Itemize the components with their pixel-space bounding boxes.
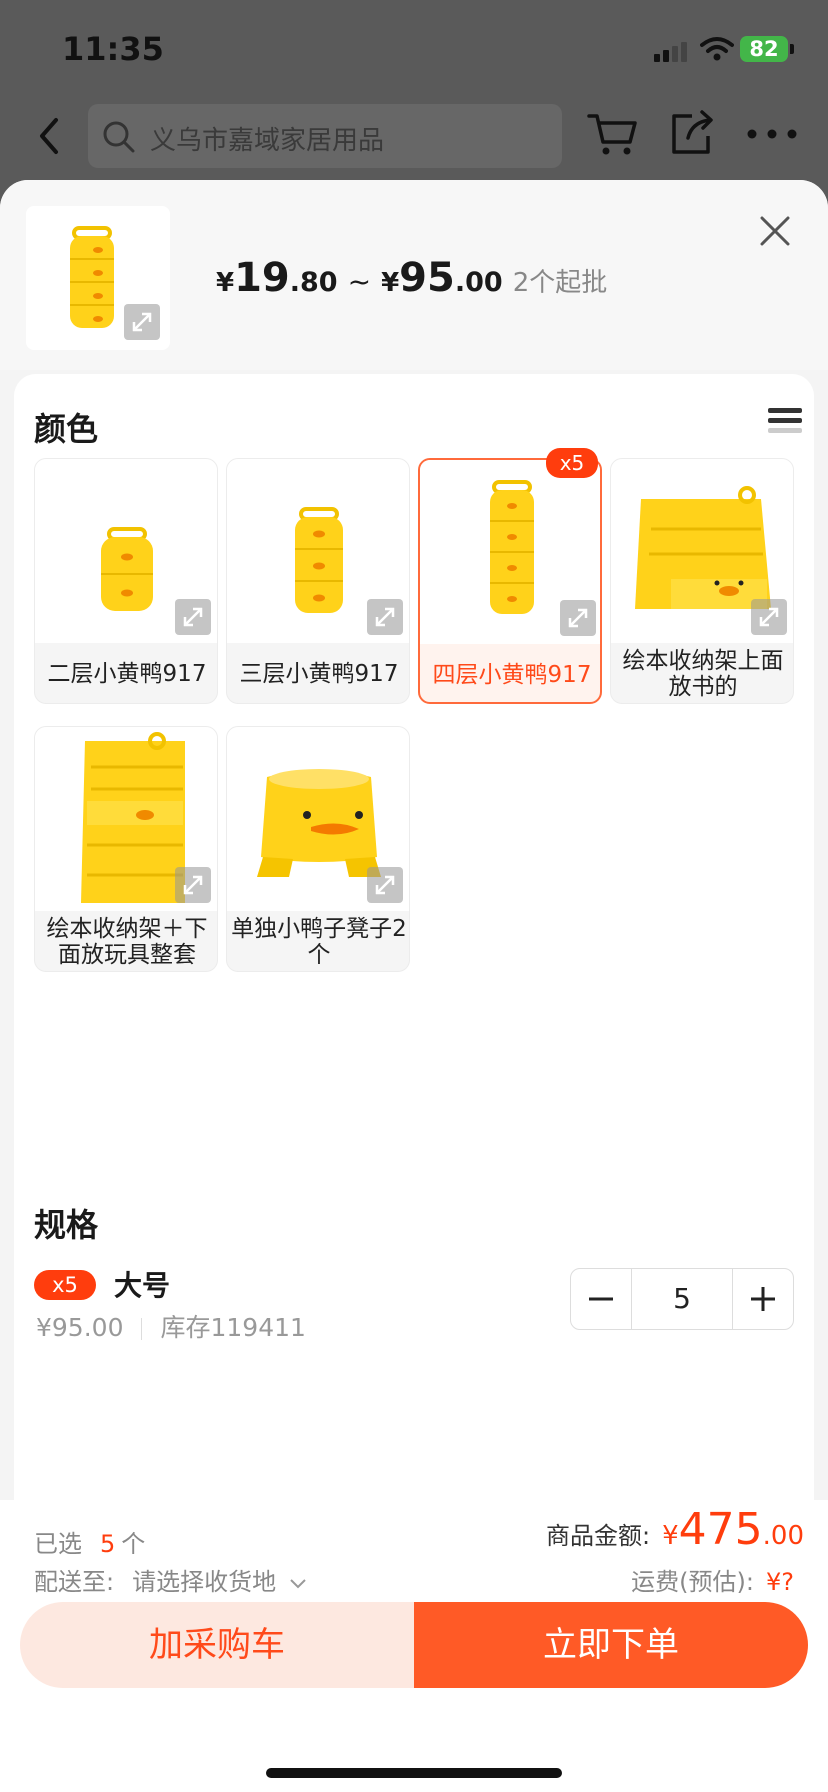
color-option[interactable]: 绘本收纳架＋下面放玩具整套 [34, 726, 218, 972]
expand-icon[interactable] [124, 304, 160, 340]
freight-label: 运费(预估): [631, 1568, 754, 1596]
option-label: 二层小黄鸭917 [47, 661, 207, 687]
sku-selector-sheet: ¥19.80 ~ ¥95.00 2个起批 颜色 二层小黄鸭917 三层小黄鸭91… [0, 180, 828, 1792]
cart-icon[interactable] [586, 110, 640, 158]
expand-icon[interactable] [367, 599, 403, 635]
option-label: 单独小鸭子凳子2个 [231, 916, 407, 968]
price-range: ¥19.80 ~ ¥95.00 2个起批 [216, 255, 607, 301]
total-amount: 商品金额: ¥475.00 [546, 1504, 804, 1555]
amount-decimal: .00 [762, 1521, 804, 1551]
color-option[interactable]: 单独小鸭子凳子2个 [226, 726, 410, 972]
wifi-icon [700, 37, 734, 61]
divider [141, 1318, 143, 1340]
minus-button[interactable] [571, 1269, 631, 1329]
share-icon[interactable] [668, 108, 716, 158]
status-bar: 11:35 82 [0, 0, 828, 100]
price-high-decimal: .00 [454, 267, 503, 298]
spec-stock: 库存119411 [160, 1313, 306, 1342]
min-order-text: 2个起批 [512, 268, 608, 298]
status-time: 11:35 [62, 30, 164, 68]
option-label: 绘本收纳架上面放书的 [622, 648, 784, 700]
list-view-icon[interactable] [768, 408, 802, 442]
selected-unit: 个 [121, 1530, 146, 1558]
order-footer: 已选 5 个 配送至: 请选择收货地 商品金额: ¥475.00 运费(预估): ¥? 加… [0, 1500, 828, 1792]
expand-icon[interactable] [751, 599, 787, 635]
plus-button[interactable] [733, 1269, 793, 1329]
spec-price: ¥95.00 [36, 1313, 124, 1342]
more-icon[interactable] [746, 128, 798, 140]
close-icon[interactable] [758, 214, 792, 248]
selected-prefix: 已选 [34, 1530, 82, 1558]
option-label: 三层小黄鸭917 [239, 661, 399, 687]
price-high-currency: ¥ [381, 268, 400, 298]
battery-indicator: 82 [740, 36, 794, 62]
cellular-signal-icon [654, 40, 688, 62]
buy-now-button[interactable]: 立即下单 [414, 1602, 808, 1688]
amount-integer: 475 [678, 1504, 763, 1555]
quantity-value[interactable]: 5 [631, 1269, 733, 1329]
ship-label: 配送至: [34, 1568, 115, 1596]
search-placeholder: 义乌市嘉域家居用品 [150, 126, 385, 156]
minus-icon [589, 1297, 613, 1301]
option-label: 绘本收纳架＋下面放玩具整套 [46, 916, 208, 968]
color-option[interactable]: 绘本收纳架上面放书的 [610, 458, 794, 704]
expand-icon[interactable] [367, 867, 403, 903]
spec-section-title: 规格 [34, 1206, 99, 1244]
price-range-separator: ~ [347, 265, 372, 298]
expand-icon[interactable] [560, 600, 596, 636]
back-icon[interactable] [30, 112, 70, 160]
chevron-down-icon [290, 1579, 306, 1589]
sku-header: ¥19.80 ~ ¥95.00 2个起批 [0, 180, 828, 370]
search-bar[interactable]: 义乌市嘉域家居用品 [88, 104, 562, 168]
home-indicator [266, 1768, 562, 1778]
selected-summary: 已选 5 个 [34, 1524, 145, 1559]
search-icon [103, 121, 135, 153]
spec-meta: ¥95.00 库存119411 [36, 1308, 306, 1344]
color-option[interactable]: 三层小黄鸭917 [226, 458, 410, 704]
ship-address-select[interactable]: 请选择收货地 [132, 1568, 276, 1596]
option-label: 四层小黄鸭917 [432, 662, 592, 688]
expand-icon[interactable] [175, 599, 211, 635]
amount-currency: ¥ [662, 1521, 679, 1551]
spec-name: 大号 [114, 1269, 171, 1302]
quantity-stepper[interactable]: 5 [570, 1268, 794, 1330]
color-option-selected[interactable]: 四层小黄鸭917 [418, 458, 602, 704]
color-section-title: 颜色 [34, 410, 99, 448]
top-nav: 义乌市嘉域家居用品 [0, 100, 828, 180]
price-high-integer: 95 [399, 255, 455, 301]
selected-count: 5 [100, 1530, 116, 1558]
freight-value: ¥? [765, 1568, 794, 1596]
plus-icon [751, 1287, 775, 1311]
ship-to[interactable]: 配送至: 请选择收货地 [34, 1562, 308, 1597]
expand-icon[interactable] [175, 867, 211, 903]
spec-quantity-badge: x5 [34, 1270, 96, 1300]
amount-label: 商品金额: [546, 1522, 651, 1550]
quantity-badge: x5 [546, 448, 598, 478]
price-low-currency: ¥ [216, 268, 235, 298]
price-low-decimal: .80 [289, 267, 338, 298]
product-thumbnail[interactable] [26, 206, 170, 350]
color-option[interactable]: 二层小黄鸭917 [34, 458, 218, 704]
add-to-cart-button[interactable]: 加采购车 [20, 1602, 414, 1688]
price-low-integer: 19 [234, 255, 290, 301]
freight-estimate: 运费(预估): ¥? [631, 1562, 794, 1597]
options-card: 颜色 二层小黄鸭917 三层小黄鸭917 四层小黄鸭917 x5 绘本收纳架上面… [14, 374, 814, 1670]
